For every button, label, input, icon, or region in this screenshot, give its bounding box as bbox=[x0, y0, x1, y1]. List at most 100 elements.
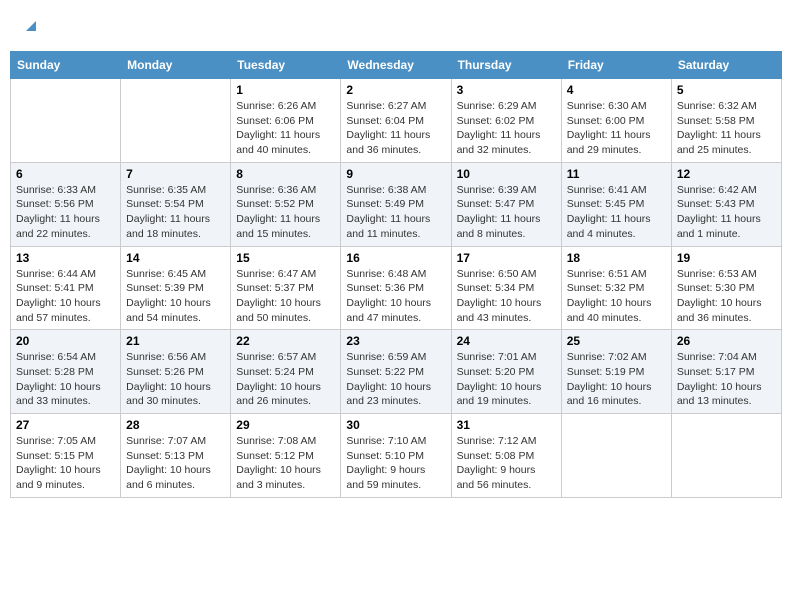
day-number: 17 bbox=[457, 251, 556, 265]
calendar-cell: 17Sunrise: 6:50 AM Sunset: 5:34 PM Dayli… bbox=[451, 246, 561, 330]
calendar-cell: 22 Sunrise: 6:57 AM Sunset: 5:24 PM Dayli… bbox=[231, 330, 341, 414]
calendar-cell: 16 Sunrise: 6:48 AM Sunset: 5:36 PM Dayli… bbox=[341, 246, 451, 330]
day-number: 3 bbox=[457, 83, 556, 97]
calendar-cell bbox=[121, 79, 231, 163]
day-info: Sunrise: 7:02 AM Sunset: 5:19 PM Dayligh… bbox=[567, 350, 666, 409]
week-row-5: 27 Sunrise: 7:05 AM Sunset: 5:15 PM Dayli… bbox=[11, 414, 782, 498]
day-info: Sunrise: 7:07 AM Sunset: 5:13 PM Dayligh… bbox=[126, 434, 225, 493]
day-number: 11 bbox=[567, 167, 666, 181]
day-number: 29 bbox=[236, 418, 335, 432]
calendar-cell bbox=[11, 79, 121, 163]
calendar-cell: 4 Sunrise: 6:30 AM Sunset: 6:00 PM Daylig… bbox=[561, 79, 671, 163]
day-info: Sunrise: 6:42 AM Sunset: 5:43 PM Dayligh… bbox=[677, 183, 776, 242]
day-info: Sunrise: 6:26 AM Sunset: 6:06 PM Dayligh… bbox=[236, 99, 335, 158]
day-number: 15 bbox=[236, 251, 335, 265]
day-info: Sunrise: 6:53 AM Sunset: 5:30 PM Dayligh… bbox=[677, 267, 776, 326]
calendar-cell: 28 Sunrise: 7:07 AM Sunset: 5:13 PM Dayli… bbox=[121, 414, 231, 498]
day-info: Sunrise: 6:32 AM Sunset: 5:58 PM Dayligh… bbox=[677, 99, 776, 158]
day-info: Sunrise: 6:45 AM Sunset: 5:39 PM Dayligh… bbox=[126, 267, 225, 326]
day-info: Sunrise: 6:30 AM Sunset: 6:00 PM Dayligh… bbox=[567, 99, 666, 158]
day-info: Sunrise: 6:56 AM Sunset: 5:26 PM Dayligh… bbox=[126, 350, 225, 409]
day-info: Sunrise: 7:04 AM Sunset: 5:17 PM Dayligh… bbox=[677, 350, 776, 409]
weekday-header-saturday: Saturday bbox=[671, 52, 781, 79]
weekday-header-wednesday: Wednesday bbox=[341, 52, 451, 79]
day-number: 6 bbox=[16, 167, 115, 181]
day-info: Sunrise: 6:27 AM Sunset: 6:04 PM Dayligh… bbox=[346, 99, 445, 158]
calendar-cell: 7Sunrise: 6:35 AM Sunset: 5:54 PM Daylig… bbox=[121, 162, 231, 246]
weekday-header-friday: Friday bbox=[561, 52, 671, 79]
day-info: Sunrise: 6:38 AM Sunset: 5:49 PM Dayligh… bbox=[346, 183, 445, 242]
day-info: Sunrise: 6:35 AM Sunset: 5:54 PM Dayligh… bbox=[126, 183, 225, 242]
day-info: Sunrise: 6:51 AM Sunset: 5:32 PM Dayligh… bbox=[567, 267, 666, 326]
calendar-cell: 20 Sunrise: 6:54 AM Sunset: 5:28 PM Dayli… bbox=[11, 330, 121, 414]
calendar-cell: 31 Sunrise: 7:12 AM Sunset: 5:08 PM Dayli… bbox=[451, 414, 561, 498]
calendar-cell: 8 Sunrise: 6:36 AM Sunset: 5:52 PM Daylig… bbox=[231, 162, 341, 246]
calendar-cell: 21 Sunrise: 6:56 AM Sunset: 5:26 PM Dayli… bbox=[121, 330, 231, 414]
day-number: 2 bbox=[346, 83, 445, 97]
day-number: 23 bbox=[346, 334, 445, 348]
day-number: 1 bbox=[236, 83, 335, 97]
calendar-cell: 1 Sunrise: 6:26 AM Sunset: 6:06 PM Daylig… bbox=[231, 79, 341, 163]
day-number: 26 bbox=[677, 334, 776, 348]
day-info: Sunrise: 7:05 AM Sunset: 5:15 PM Dayligh… bbox=[16, 434, 115, 493]
logo-icon bbox=[22, 15, 40, 33]
day-number: 24 bbox=[457, 334, 556, 348]
calendar-cell: 25 Sunrise: 7:02 AM Sunset: 5:19 PM Dayli… bbox=[561, 330, 671, 414]
day-info: Sunrise: 6:59 AM Sunset: 5:22 PM Dayligh… bbox=[346, 350, 445, 409]
day-number: 28 bbox=[126, 418, 225, 432]
day-number: 5 bbox=[677, 83, 776, 97]
calendar-cell: 18Sunrise: 6:51 AM Sunset: 5:32 PM Dayli… bbox=[561, 246, 671, 330]
day-number: 31 bbox=[457, 418, 556, 432]
calendar-cell: 24 Sunrise: 7:01 AM Sunset: 5:20 PM Dayli… bbox=[451, 330, 561, 414]
calendar-cell: 6Sunrise: 6:33 AM Sunset: 5:56 PM Daylig… bbox=[11, 162, 121, 246]
calendar-cell: 23 Sunrise: 6:59 AM Sunset: 5:22 PM Dayli… bbox=[341, 330, 451, 414]
calendar-cell: 11 Sunrise: 6:41 AM Sunset: 5:45 PM Dayli… bbox=[561, 162, 671, 246]
day-number: 22 bbox=[236, 334, 335, 348]
week-row-1: 1 Sunrise: 6:26 AM Sunset: 6:06 PM Daylig… bbox=[11, 79, 782, 163]
day-info: Sunrise: 6:39 AM Sunset: 5:47 PM Dayligh… bbox=[457, 183, 556, 242]
week-row-3: 13 Sunrise: 6:44 AM Sunset: 5:41 PM Dayli… bbox=[11, 246, 782, 330]
logo bbox=[20, 15, 40, 38]
page-header bbox=[10, 10, 782, 43]
day-number: 8 bbox=[236, 167, 335, 181]
day-info: Sunrise: 6:41 AM Sunset: 5:45 PM Dayligh… bbox=[567, 183, 666, 242]
weekday-header-row: SundayMondayTuesdayWednesdayThursdayFrid… bbox=[11, 52, 782, 79]
week-row-2: 6Sunrise: 6:33 AM Sunset: 5:56 PM Daylig… bbox=[11, 162, 782, 246]
day-number: 16 bbox=[346, 251, 445, 265]
day-info: Sunrise: 7:01 AM Sunset: 5:20 PM Dayligh… bbox=[457, 350, 556, 409]
day-info: Sunrise: 6:44 AM Sunset: 5:41 PM Dayligh… bbox=[16, 267, 115, 326]
day-info: Sunrise: 6:48 AM Sunset: 5:36 PM Dayligh… bbox=[346, 267, 445, 326]
day-info: Sunrise: 6:47 AM Sunset: 5:37 PM Dayligh… bbox=[236, 267, 335, 326]
day-number: 20 bbox=[16, 334, 115, 348]
day-number: 10 bbox=[457, 167, 556, 181]
calendar-cell: 27 Sunrise: 7:05 AM Sunset: 5:15 PM Dayli… bbox=[11, 414, 121, 498]
day-number: 12 bbox=[677, 167, 776, 181]
calendar-cell: 13 Sunrise: 6:44 AM Sunset: 5:41 PM Dayli… bbox=[11, 246, 121, 330]
calendar-cell: 9Sunrise: 6:38 AM Sunset: 5:49 PM Daylig… bbox=[341, 162, 451, 246]
day-info: Sunrise: 6:54 AM Sunset: 5:28 PM Dayligh… bbox=[16, 350, 115, 409]
day-number: 27 bbox=[16, 418, 115, 432]
calendar-cell: 2 Sunrise: 6:27 AM Sunset: 6:04 PM Daylig… bbox=[341, 79, 451, 163]
day-info: Sunrise: 7:08 AM Sunset: 5:12 PM Dayligh… bbox=[236, 434, 335, 493]
calendar-cell bbox=[671, 414, 781, 498]
calendar-cell bbox=[561, 414, 671, 498]
weekday-header-sunday: Sunday bbox=[11, 52, 121, 79]
week-row-4: 20 Sunrise: 6:54 AM Sunset: 5:28 PM Dayli… bbox=[11, 330, 782, 414]
day-info: Sunrise: 6:36 AM Sunset: 5:52 PM Dayligh… bbox=[236, 183, 335, 242]
weekday-header-monday: Monday bbox=[121, 52, 231, 79]
day-number: 13 bbox=[16, 251, 115, 265]
day-info: Sunrise: 6:57 AM Sunset: 5:24 PM Dayligh… bbox=[236, 350, 335, 409]
day-number: 14 bbox=[126, 251, 225, 265]
day-number: 4 bbox=[567, 83, 666, 97]
calendar-cell: 12 Sunrise: 6:42 AM Sunset: 5:43 PM Dayli… bbox=[671, 162, 781, 246]
day-number: 25 bbox=[567, 334, 666, 348]
calendar-cell: 5 Sunrise: 6:32 AM Sunset: 5:58 PM Daylig… bbox=[671, 79, 781, 163]
day-info: Sunrise: 7:12 AM Sunset: 5:08 PM Dayligh… bbox=[457, 434, 556, 493]
calendar-cell: 29 Sunrise: 7:08 AM Sunset: 5:12 PM Dayli… bbox=[231, 414, 341, 498]
day-info: Sunrise: 6:29 AM Sunset: 6:02 PM Dayligh… bbox=[457, 99, 556, 158]
weekday-header-thursday: Thursday bbox=[451, 52, 561, 79]
calendar-cell: 26 Sunrise: 7:04 AM Sunset: 5:17 PM Dayli… bbox=[671, 330, 781, 414]
calendar-cell: 19Sunrise: 6:53 AM Sunset: 5:30 PM Dayli… bbox=[671, 246, 781, 330]
calendar-cell: 14 Sunrise: 6:45 AM Sunset: 5:39 PM Dayli… bbox=[121, 246, 231, 330]
day-number: 21 bbox=[126, 334, 225, 348]
